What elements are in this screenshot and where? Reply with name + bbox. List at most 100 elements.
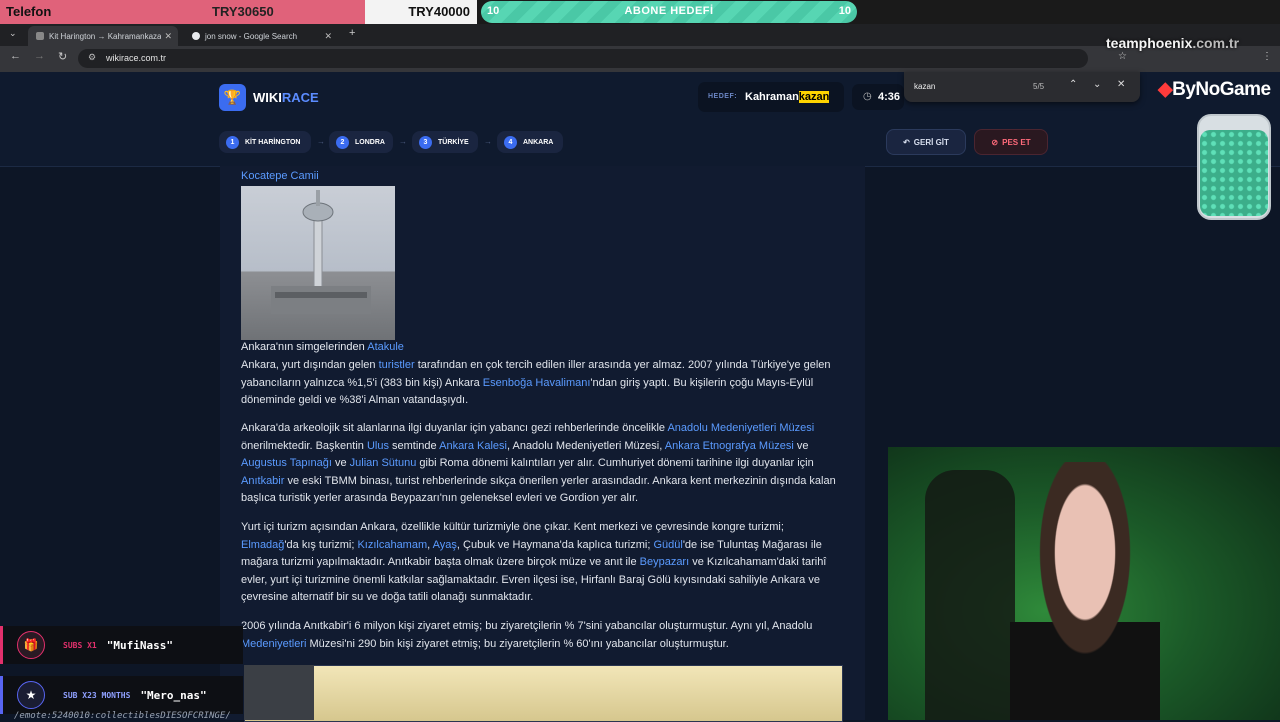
caption-link[interactable]: Atakule [367,341,404,353]
crumb-number: 2 [336,135,349,149]
tab-google[interactable]: jon snow - Google Search ✕ [184,26,338,46]
sponsor-logo: ◆ByNoGame [1158,78,1271,101]
tab-wikirace[interactable]: Kit Harington → Kahramankazan ✕ [28,26,178,46]
link[interactable]: Esenboğa Havalimanı [483,377,591,389]
link[interactable]: Ankara Kalesi [439,440,507,452]
chevron-down-icon[interactable]: ⌄ [1093,79,1101,90]
timer-value: 4:36 [878,91,901,103]
link[interactable]: Kızılcahamam [357,539,427,551]
breadcrumb-1[interactable]: 1 KİT HARİNGTON [219,131,311,153]
alert-user: "MufiNass" [106,638,173,652]
alert-kind: SUBS X1 [63,640,97,650]
article-image[interactable] [244,665,843,722]
atakule-image[interactable] [241,186,395,340]
arrow-right-icon: → [317,137,325,146]
close-icon[interactable]: ✕ [1117,79,1125,90]
give-up-button[interactable]: ⊘ PES ET [974,129,1048,155]
caption-text: Ankara'nın simgelerinden [241,341,368,353]
tab-favicon-icon [36,32,44,40]
arrow-right-icon: → [484,137,492,146]
link[interactable]: Julian Sütunu [350,457,417,469]
google-icon [192,32,200,40]
article-image-edge [244,665,314,720]
breadcrumb-3[interactable]: 3 TÜRKİYE [412,131,478,153]
tab-title: jon snow - Google Search [205,31,298,41]
crumb-label: KİT HARİNGTON [245,138,301,146]
tab-list-icon[interactable]: ⌄ [9,28,17,39]
link[interactable]: Beypazarı [640,556,690,568]
target-value-a: Kahraman [745,91,799,103]
flame-icon: ◆ [1158,79,1173,100]
domain-main: teamphoenix [1106,35,1193,51]
link[interactable]: Anıtkabir [241,475,284,487]
close-icon[interactable]: ✕ [324,31,332,42]
webcam-streamer [1010,462,1160,720]
sponsor-domain: teamphoenix.com.tr [1106,35,1239,51]
find-count: 5/5 [1033,82,1045,91]
logo-wiki: WIKI [253,90,282,105]
back-arrow-icon[interactable]: ← [10,50,21,62]
sub-alert: 🎁 SUBS X1 "MufiNass" [0,626,243,664]
site-info-icon[interactable]: ⚙ [88,52,96,63]
webcam-chair [925,470,1015,720]
crumb-label: LONDRA [355,138,385,146]
breadcrumb-2[interactable]: 2 LONDRA [329,131,393,153]
crumb-number: 1 [226,135,239,149]
logo-race: RACE [281,90,319,105]
link[interactable]: Ayaş [433,539,457,551]
tab-title: Kit Harington → Kahramankazan [49,31,161,41]
star-icon: ★ [17,681,45,709]
new-tab-icon[interactable]: + [349,27,355,39]
back-label: GERİ GİT [913,137,949,147]
close-icon[interactable]: ✕ [164,31,172,42]
link[interactable]: Anadolu Medeniyetleri Müzesi [667,422,814,434]
link[interactable]: Medeniyetleri [241,638,306,650]
arrow-right-icon: → [399,137,407,146]
sub-goal-right: 10 [838,5,851,17]
paragraph-2: Ankara'da arkeolojik sit alanlarına ilgi… [241,422,836,504]
link[interactable]: Augustus Tapınağı [241,457,332,469]
tab-strip: ⌄ Kit Harington → Kahramankazan ✕ jon sn… [0,24,1280,46]
url-text: wikirace.com.tr [106,53,167,63]
sub-goal-title: ABONE HEDEFİ [624,5,714,17]
reload-icon[interactable]: ↻ [58,50,67,63]
domain-suffix: .com.tr [1192,35,1240,51]
crumb-number: 4 [504,135,517,149]
url-field[interactable] [78,49,1088,68]
give-up-label: PES ET [1002,137,1031,147]
image-caption-link[interactable]: Kocatepe Camii [241,170,319,182]
breadcrumb-4[interactable]: 4 ANKARA [497,131,563,153]
target-label: HEDEF: [708,93,738,100]
alert-kind: SUB X23 MONTHS [63,690,131,700]
paragraph-3: Yurt içi turizm açısından Ankara, özelli… [241,521,827,603]
trophy-icon[interactable]: 🏆 [219,84,246,111]
menu-icon[interactable]: ⋮ [1262,51,1272,62]
target-value: Kahramankazan [745,91,830,103]
paragraph-1: Ankara, yurt dışından gelen turistler ta… [241,359,831,406]
link[interactable]: Ulus [367,440,389,452]
donation-current: TRY30650 [212,4,274,19]
paragraph-4: 2006 yılında Anıtkabir'i 6 milyon kişi z… [241,620,813,650]
forward-arrow-icon[interactable]: → [34,50,45,62]
link[interactable]: turistler [379,359,415,371]
sub-alert: ★ SUB X23 MONTHS "Mero_nas" [0,676,243,714]
chevron-up-icon[interactable]: ⌃ [1069,79,1077,90]
tower-illustration [271,190,371,314]
stop-icon: ⊘ [991,137,999,147]
donation-label: Telefon [6,4,52,19]
crumb-number: 3 [419,135,432,149]
gift-icon: 🎁 [17,631,45,659]
alert-user: "Mero_nas" [140,688,207,702]
find-input[interactable]: kazan [914,82,935,91]
find-bar [904,72,1140,102]
site-logo[interactable]: WIKIRACE [253,90,319,105]
clock-icon: ◷ [863,91,872,102]
sub-goal-bar: 10 ABONE HEDEFİ 10 [481,1,857,23]
crumb-label: ANKARA [523,138,554,146]
link[interactable]: Ankara Etnografya Müzesi [665,440,794,452]
star-icon[interactable]: ☆ [1118,51,1127,62]
link[interactable]: Güdül [653,539,682,551]
crumb-label: TÜRKİYE [438,138,469,146]
link[interactable]: Elmadağ [241,539,284,551]
back-button[interactable]: ↶ GERİ GİT [886,129,966,155]
